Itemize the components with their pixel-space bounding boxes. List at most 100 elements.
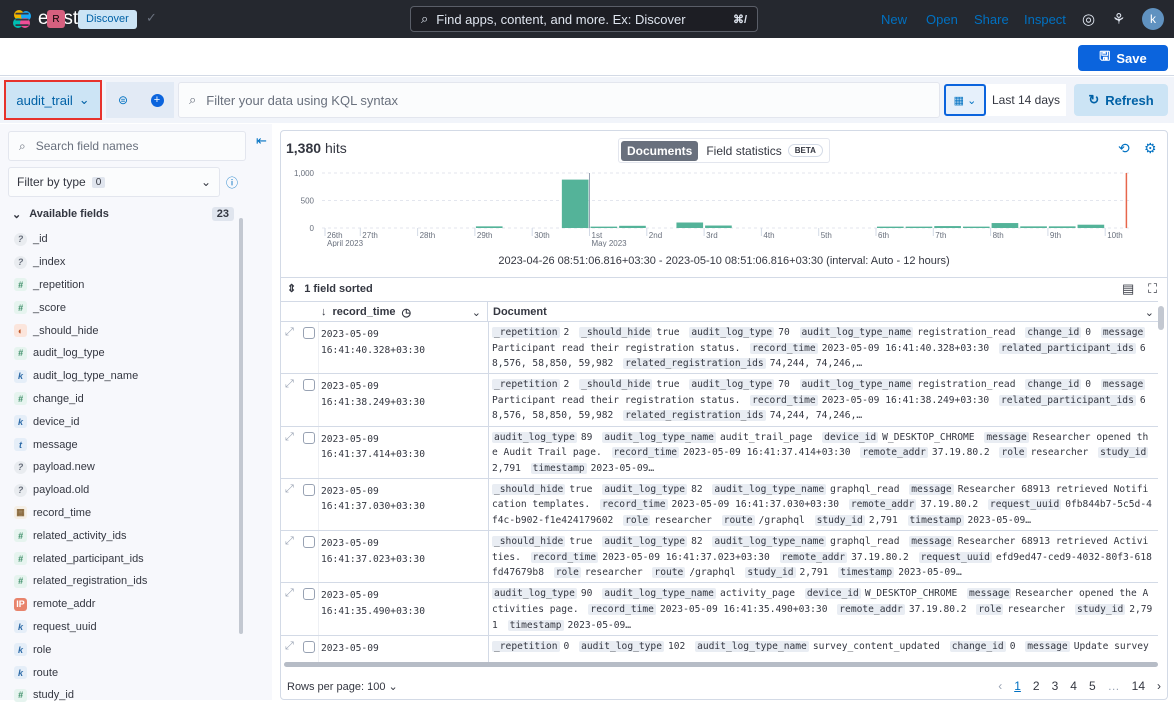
expand-icon[interactable]: ⤢: [285, 640, 294, 653]
filter-by-type-button[interactable]: Filter by type0⌄: [8, 167, 220, 197]
row-checkbox[interactable]: [303, 536, 315, 548]
row-checkbox[interactable]: [303, 327, 315, 339]
field-key: timestamp: [508, 620, 564, 631]
field-item[interactable]: #related_participant_ids: [14, 547, 234, 570]
refresh-button[interactable]: ↻Refresh: [1074, 84, 1168, 116]
field-search-input[interactable]: ⌕Search field names: [8, 131, 246, 161]
field-key: change_id: [1025, 327, 1081, 338]
field-name: record_time: [33, 507, 91, 519]
share-link[interactable]: Share: [974, 12, 1009, 27]
field-item[interactable]: tmessage: [14, 433, 234, 456]
next-page-icon[interactable]: ›: [1157, 679, 1161, 693]
field-search-placeholder: Search field names: [36, 139, 139, 153]
open-link[interactable]: Open: [926, 12, 958, 27]
row-checkbox[interactable]: [303, 484, 315, 496]
field-list: ?_id?_index#_repetition#_score◐_should_h…: [14, 228, 234, 707]
row-checkbox[interactable]: [303, 432, 315, 444]
add-filter-button[interactable]: +: [140, 82, 174, 118]
chevron-down-icon: ⌄: [472, 306, 481, 319]
fullscreen-icon[interactable]: ⛶: [1148, 281, 1157, 297]
field-key: audit_log_type_name: [712, 484, 826, 495]
row-checkbox[interactable]: [303, 588, 315, 600]
save-button[interactable]: 🖫Save: [1078, 45, 1168, 71]
table-row[interactable]: ⤢2023-05-0916:41:35.490+03:30audit_log_t…: [281, 583, 1158, 635]
date-quick-menu-button[interactable]: ▦ ⌄: [944, 84, 986, 116]
breadcrumb-discover[interactable]: Discover: [78, 10, 137, 29]
table-row[interactable]: ⤢2023-05-0916:41:37.030+03:30_should_hid…: [281, 479, 1158, 531]
available-fields-toggle[interactable]: ⌄Available fields23: [12, 207, 234, 221]
field-item[interactable]: krole: [14, 638, 234, 661]
row-checkbox[interactable]: [303, 379, 315, 391]
kql-placeholder: Filter your data using KQL syntax: [206, 93, 398, 108]
column-header-record-time[interactable]: ↓record_time◷⌄: [281, 302, 488, 322]
gear-icon[interactable]: ⚙: [1144, 140, 1157, 157]
field-item[interactable]: krequest_uuid: [14, 616, 234, 639]
sort-control[interactable]: ⇕1 field sorted: [281, 277, 1167, 299]
grid-vertical-scrollbar[interactable]: [1158, 306, 1164, 330]
collapse-sidebar-icon[interactable]: ⇤: [256, 133, 267, 149]
page-3[interactable]: 3: [1052, 679, 1059, 693]
field-name: audit_log_type: [33, 347, 105, 359]
expand-icon[interactable]: ⤢: [285, 587, 294, 600]
field-value: 37.19.80.2: [932, 447, 990, 458]
table-row[interactable]: ⤢2023-05-0916:41:38.249+03:30_repetition…: [281, 374, 1158, 426]
sidebar-scrollbar[interactable]: [239, 218, 243, 634]
field-key: record_time: [588, 604, 656, 615]
field-item[interactable]: #audit_log_type: [14, 342, 234, 365]
table-row[interactable]: ⤢2023-05-0916:41:37.414+03:30audit_log_t…: [281, 427, 1158, 479]
column-header-document[interactable]: Document⌄: [489, 302, 1158, 322]
field-item[interactable]: #_repetition: [14, 274, 234, 297]
tab-field-statistics[interactable]: Field statisticsBETA: [702, 144, 827, 158]
expand-icon[interactable]: ⤢: [285, 326, 294, 339]
expand-icon[interactable]: ⤢: [285, 431, 294, 444]
field-item[interactable]: ▦record_time: [14, 502, 234, 525]
chart-options-icon[interactable]: ⟲: [1118, 140, 1130, 157]
hits-label: hits: [325, 140, 347, 156]
table-row[interactable]: ⤢2023-05-0916:41:40.328+03:30_repetition…: [281, 322, 1158, 374]
expand-icon[interactable]: ⤢: [285, 483, 294, 496]
new-link[interactable]: New: [881, 12, 907, 27]
field-item[interactable]: ?_index: [14, 251, 234, 274]
field-item[interactable]: ?payload.old: [14, 479, 234, 502]
page-2[interactable]: 2: [1033, 679, 1040, 693]
expand-icon[interactable]: ⤢: [285, 378, 294, 391]
field-item[interactable]: ?_id: [14, 228, 234, 251]
page-1[interactable]: 1: [1014, 679, 1021, 693]
field-item[interactable]: #_score: [14, 296, 234, 319]
rows-per-page-select[interactable]: Rows per page: 100 ⌄: [287, 680, 398, 693]
filter-menu-button[interactable]: ⊜: [106, 82, 140, 118]
user-avatar[interactable]: k: [1142, 8, 1164, 30]
news-feed-icon[interactable]: ⚘: [1112, 10, 1125, 28]
density-icon[interactable]: ▤: [1122, 281, 1134, 297]
sort-desc-icon: ↓: [321, 306, 327, 318]
field-item[interactable]: kdevice_id: [14, 410, 234, 433]
menu-icon[interactable]: ☰: [14, 10, 30, 31]
grid-horizontal-scrollbar[interactable]: [284, 662, 1158, 667]
field-item[interactable]: #related_activity_ids: [14, 524, 234, 547]
help-icon[interactable]: ◎: [1082, 10, 1095, 28]
date-range-display[interactable]: Last 14 days: [986, 84, 1066, 116]
field-item[interactable]: ◐_should_hide: [14, 319, 234, 342]
row-checkbox[interactable]: [303, 641, 315, 653]
field-item[interactable]: IPremote_addr: [14, 593, 234, 616]
tab-documents[interactable]: Documents: [621, 141, 698, 161]
page-5[interactable]: 5: [1089, 679, 1096, 693]
table-row[interactable]: ⤢2023-05-0916:41:37.023+03:30_should_hid…: [281, 531, 1158, 583]
inspect-link[interactable]: Inspect: [1024, 12, 1066, 27]
expand-icon[interactable]: ⤢: [285, 535, 294, 548]
field-item[interactable]: ?payload.new: [14, 456, 234, 479]
space-avatar[interactable]: R: [47, 10, 65, 28]
field-item[interactable]: #related_registration_ids: [14, 570, 234, 593]
field-item[interactable]: kroute: [14, 661, 234, 684]
field-item[interactable]: #change_id: [14, 388, 234, 411]
prev-page-icon[interactable]: ‹: [998, 679, 1002, 693]
field-item[interactable]: kaudit_log_type_name: [14, 365, 234, 388]
global-search-input[interactable]: ⌕ Find apps, content, and more. Ex: Disc…: [410, 6, 758, 32]
field-item[interactable]: #study_id: [14, 684, 234, 707]
kql-query-input[interactable]: ⌕Filter your data using KQL syntax: [178, 82, 940, 118]
page-4[interactable]: 4: [1070, 679, 1077, 693]
y-tick-label: 0: [310, 224, 315, 233]
data-view-selector[interactable]: audit_trail⌄: [4, 80, 102, 120]
info-icon[interactable]: ⓘ: [226, 174, 238, 191]
page-14[interactable]: 14: [1132, 679, 1145, 693]
